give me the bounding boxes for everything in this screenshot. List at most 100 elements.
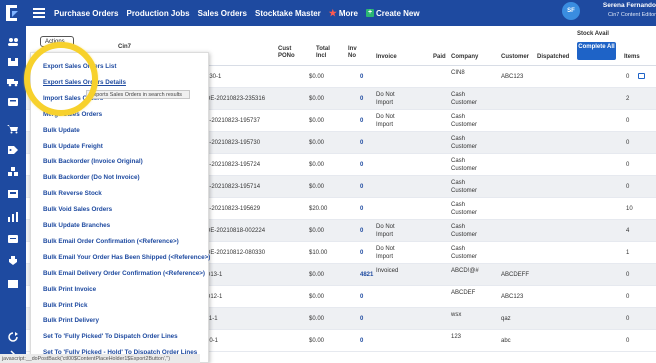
actions-button[interactable]: Actions (40, 36, 74, 47)
nav-production-jobs[interactable]: Production Jobs (126, 9, 189, 18)
cell-ref[interactable]: DE-20210812-080330 (206, 249, 265, 257)
pos-icon[interactable] (7, 186, 19, 198)
cell-inv-no: 0 (360, 118, 364, 124)
cell-total: $0.00 (309, 184, 325, 190)
header-items[interactable]: Items (624, 54, 640, 61)
nav-purchase-orders[interactable]: Purchase Orders (54, 9, 118, 18)
menu-item[interactable]: Export Sales Orders List (43, 63, 117, 70)
menu-item[interactable]: Bulk Update Freight (43, 143, 103, 150)
cell-invoice: Invoiced (376, 268, 399, 274)
top-navigation-bar: Purchase Orders Production Jobs Sales Or… (0, 0, 656, 26)
cell-ref[interactable]: 5-20210823-195737 (206, 117, 260, 125)
menu-item[interactable]: Bulk Backorder (Do Not Invoice) (43, 174, 140, 181)
cell-total: $10.00 (309, 250, 328, 256)
cell-items: 0 (626, 140, 630, 146)
comment-icon[interactable] (638, 73, 645, 79)
cell-ref[interactable]: DE-20210823-235316 (206, 95, 265, 103)
cell-ref[interactable]: 5-20210823-195730 (206, 139, 260, 147)
contacts-icon[interactable] (7, 34, 19, 46)
cell-customer: ABCDEFF (501, 272, 530, 278)
header-paid[interactable]: Paid (433, 54, 446, 61)
production-icon[interactable] (7, 94, 19, 106)
cell-inv-no: 0 (360, 228, 364, 234)
user-name: Serena Fernando (602, 2, 656, 9)
cell-company: 123 (451, 334, 462, 340)
finance-icon[interactable] (7, 231, 19, 243)
header-company[interactable]: Company (451, 54, 478, 61)
nav-more[interactable]: ★ More (329, 8, 358, 19)
menu-item[interactable]: Bulk Email Your Order Has Been Shipped (… (43, 254, 210, 261)
cell-total: $0.00 (309, 74, 325, 80)
menu-item[interactable]: Bulk Email Order Confirmation (<Referenc… (43, 238, 179, 245)
header-dispatched[interactable]: Dispatched (537, 54, 569, 61)
menu-item[interactable]: Bulk Update Branches (43, 222, 110, 229)
cell-company: Cash Customer (451, 224, 478, 238)
menu-item[interactable]: Bulk Print Delivery (43, 317, 99, 324)
cell-ref[interactable]: 5-20210823-195629 (206, 205, 260, 213)
header-invoice[interactable]: Invoice (376, 54, 397, 61)
cell-total: $0.00 (309, 162, 325, 168)
cell-inv-no: 0 (360, 184, 364, 190)
menu-item[interactable]: Bulk Print Invoice (43, 286, 96, 293)
nav-sales-orders[interactable]: Sales Orders (198, 9, 247, 18)
cell-company: Cash Customer (451, 202, 478, 216)
box-icon[interactable] (7, 54, 19, 66)
integrations-icon[interactable] (7, 253, 19, 265)
cell-items: 0 (626, 338, 630, 344)
main-nav: Purchase Orders Production Jobs Sales Or… (54, 0, 428, 26)
menu-item[interactable]: Merge Sales Orders (43, 111, 102, 118)
menu-item[interactable]: Bulk Reverse Stock (43, 190, 102, 197)
menu-item[interactable]: Export Sales Orders Details (43, 79, 126, 86)
menu-item[interactable]: Set To 'Fully Picked' To Dispatch Order … (43, 333, 178, 340)
truck-icon[interactable] (7, 74, 19, 87)
cell-items: 0 (626, 162, 630, 168)
left-sidebar (0, 26, 26, 363)
tag-icon[interactable] (7, 142, 19, 154)
cart-icon[interactable] (7, 121, 19, 134)
refresh-icon[interactable] (7, 329, 19, 342)
reports-icon[interactable] (7, 209, 19, 222)
menu-item[interactable]: Bulk Email Delivery Order Confirmation (… (43, 270, 205, 277)
header-total-incl[interactable]: Total Incl (316, 46, 334, 60)
cell-company: Cash Customer (451, 246, 478, 260)
cell-total: $0.00 (309, 118, 325, 124)
complete-all-button[interactable]: Complete All (577, 42, 616, 60)
cell-company: Cash Customer (451, 114, 478, 128)
cell-items: 0 (626, 74, 630, 80)
cell-customer: qaz (501, 316, 511, 322)
tooltip: Exports Sales Orders in search results (86, 90, 190, 99)
cin7-logo-icon[interactable] (4, 3, 20, 23)
browser-status-bar: javascript:__doPostBack('ctl00$ContentPl… (0, 354, 200, 363)
cell-total: $0.00 (309, 228, 325, 234)
cell-customer: abc (501, 338, 511, 344)
cell-company: wsx (451, 312, 462, 318)
cell-total: $0.00 (309, 338, 325, 344)
app-window: Purchase Orders Production Jobs Sales Or… (0, 0, 656, 363)
cell-items: 0 (626, 272, 630, 278)
header-inv-no[interactable]: Inv No (348, 46, 362, 60)
cell-items: 0 (626, 184, 630, 190)
header-cin7[interactable]: Cin7 (118, 44, 131, 51)
menu-item[interactable]: Bulk Update (43, 127, 80, 134)
user-role: Cin7 Content Editor (608, 12, 656, 18)
header-customer[interactable]: Customer (501, 54, 529, 61)
cell-ref[interactable]: 5-20210823-195724 (206, 161, 260, 169)
stock-icon[interactable] (7, 164, 19, 176)
cell-items: 2 (626, 96, 630, 102)
nav-create-new[interactable]: + Create New (366, 9, 420, 18)
cell-company: Cash Customer (451, 180, 478, 194)
avatar[interactable]: SF (562, 2, 580, 20)
header-cust-pono[interactable]: Cust PONo (278, 46, 300, 60)
cell-company: Cash Customer (451, 92, 478, 106)
cell-ref[interactable]: 5-20210823-195714 (206, 183, 260, 191)
menu-item[interactable]: Bulk Void Sales Orders (43, 206, 112, 213)
cell-items: 0 (626, 294, 630, 300)
menu-item[interactable]: Bulk Print Pick (43, 302, 87, 309)
cell-invoice: Do Not Import (376, 114, 395, 128)
hamburger-menu-icon[interactable] (26, 0, 52, 26)
nav-stocktake-master[interactable]: Stocktake Master (255, 9, 321, 18)
settings-icon[interactable] (7, 276, 19, 288)
cell-ref[interactable]: DE-20210818-002224 (206, 227, 265, 235)
cell-total: $0.00 (309, 294, 325, 300)
menu-item[interactable]: Bulk Backorder (Invoice Original) (43, 158, 143, 165)
